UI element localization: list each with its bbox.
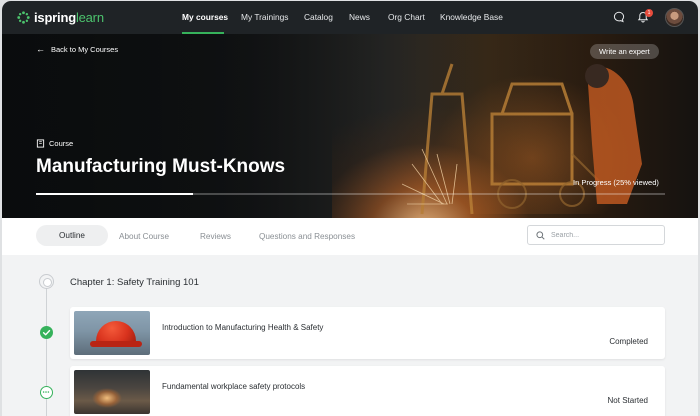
tab-outline[interactable]: Outline: [36, 225, 108, 246]
lesson-title: Introduction to Manufacturing Health & S…: [162, 323, 324, 332]
back-to-courses-link[interactable]: ← Back to My Courses: [36, 44, 118, 54]
logo-mark-icon: [17, 11, 30, 24]
nav-my-courses[interactable]: My courses: [182, 12, 228, 22]
nav-knowledge-base[interactable]: Knowledge Base: [440, 12, 503, 22]
nav-org-chart[interactable]: Org Chart: [388, 12, 425, 22]
course-type-tag: Course: [36, 139, 73, 148]
tab-reviews[interactable]: Reviews: [200, 232, 231, 241]
back-link-label: Back to My Courses: [51, 44, 119, 54]
logo-prefix: ispring: [34, 10, 76, 25]
logo-suffix: learn: [75, 10, 104, 25]
lesson-title: Fundamental workplace safety protocols: [162, 382, 306, 391]
chapter-title: Chapter 1: Safety Training 101: [70, 277, 199, 288]
lesson-card[interactable]: Fundamental workplace safety protocols N…: [70, 366, 665, 416]
lesson-thumbnail-hardhat: [74, 311, 150, 355]
arrow-left-icon: ←: [36, 44, 45, 54]
progress-label: In Progress (25% viewed): [573, 178, 659, 187]
tab-about-course[interactable]: About Course: [119, 232, 169, 241]
progress-bar: [36, 193, 665, 195]
course-title: Manufacturing Must-Knows: [36, 156, 286, 177]
book-icon: [36, 139, 45, 148]
hardhat-brim-shape: [90, 341, 142, 347]
chapter-marker: [39, 274, 54, 289]
nav-news[interactable]: News: [349, 12, 370, 22]
completed-check-icon: [40, 326, 53, 339]
nav-catalog[interactable]: Catalog: [304, 12, 333, 22]
lesson-card[interactable]: Introduction to Manufacturing Health & S…: [70, 307, 665, 359]
hero-shade: [2, 34, 698, 218]
top-navigation: ispringlearn My courses My Trainings Cat…: [2, 1, 698, 34]
not-started-dots-icon: [40, 386, 53, 399]
chat-icon[interactable]: [613, 11, 625, 23]
lesson-status: Not Started: [607, 396, 648, 405]
notification-badge: 1: [645, 9, 653, 17]
write-expert-button[interactable]: Write an expert: [590, 44, 659, 59]
nav-my-trainings[interactable]: My Trainings: [241, 12, 288, 22]
search-box: [527, 225, 665, 245]
progress-bar-fill: [36, 193, 194, 195]
app-window: ispringlearn My courses My Trainings Cat…: [2, 1, 698, 416]
course-type-label: Course: [49, 139, 74, 148]
search-input[interactable]: [551, 229, 661, 242]
lesson-status: Completed: [609, 337, 648, 346]
course-hero: ← Back to My Courses Write an expert Cou…: [2, 34, 698, 218]
avatar[interactable]: [665, 8, 684, 27]
lesson-thumbnail-workshop: [74, 370, 150, 414]
search-icon: [536, 231, 545, 240]
welding-spark-shape: [92, 388, 122, 408]
course-tabs: Outline About Course Reviews Questions a…: [2, 218, 698, 255]
logo-text: ispringlearn: [34, 10, 104, 25]
logo[interactable]: ispringlearn: [17, 10, 104, 25]
tab-questions-and-responses[interactable]: Questions and Responses: [259, 232, 355, 241]
